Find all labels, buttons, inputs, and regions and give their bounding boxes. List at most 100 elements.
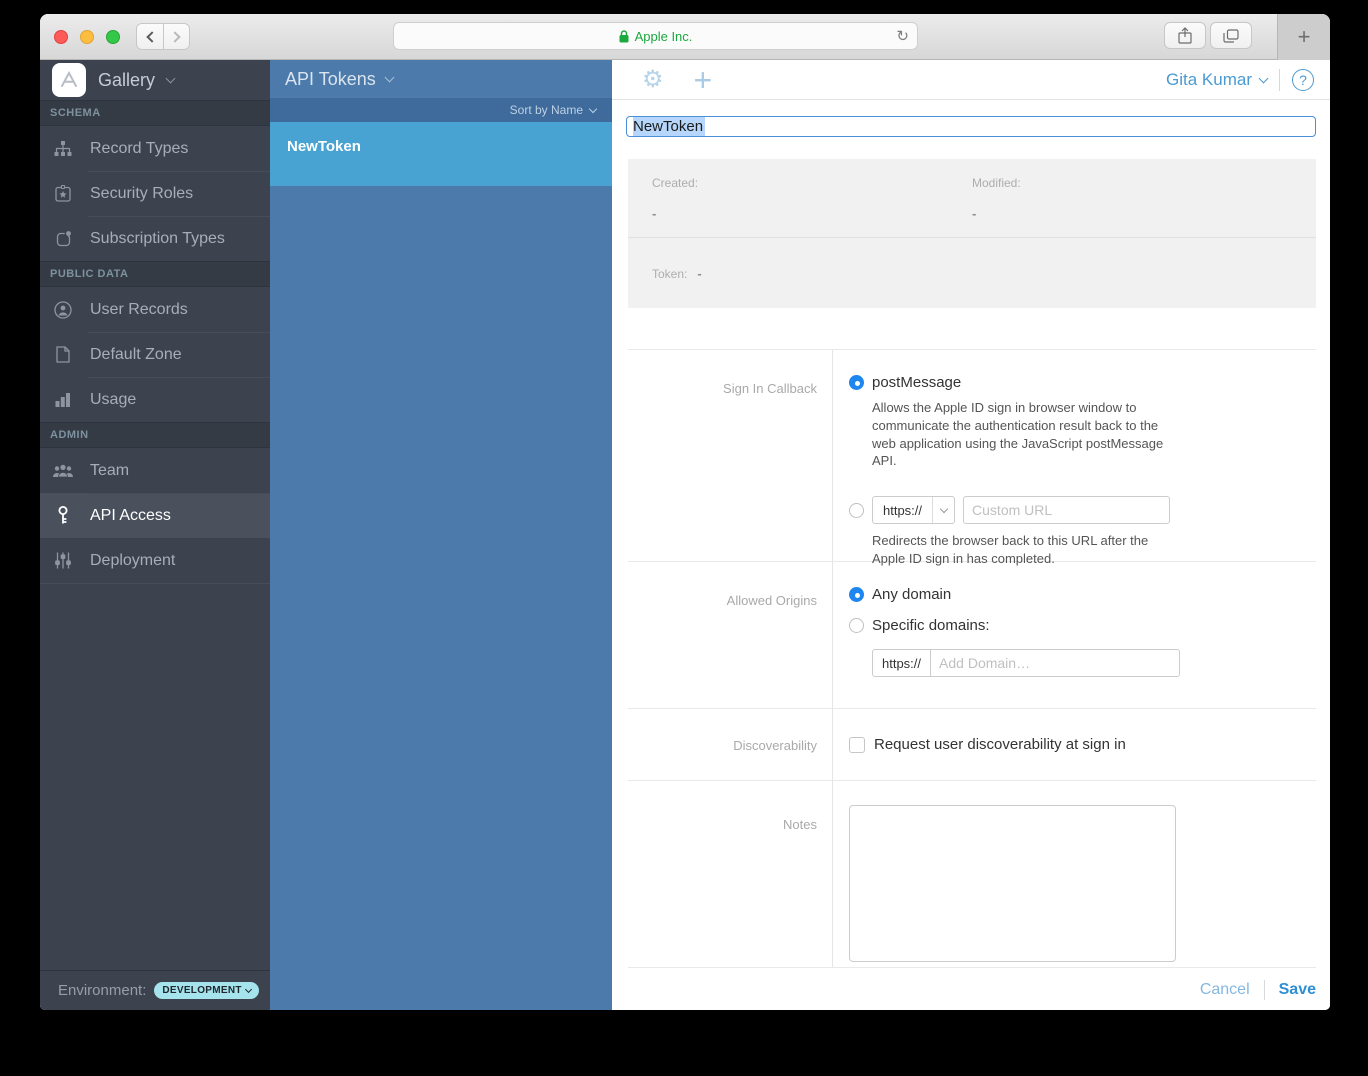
environment-value: DEVELOPMENT (162, 985, 241, 996)
sidebar-item-record-types[interactable]: Record Types (40, 126, 270, 171)
sidebar-item-label: API Access (90, 507, 171, 525)
sort-label: Sort by Name (510, 103, 583, 117)
new-tab-plus-icon: + (1298, 24, 1311, 50)
sidebar-item-security-roles[interactable]: Security Roles (40, 171, 270, 216)
sidebar-empty-space (40, 584, 270, 970)
sidebar-item-user-records[interactable]: User Records (40, 287, 270, 332)
notes-textarea[interactable] (849, 805, 1176, 962)
chevron-down-icon (166, 74, 176, 84)
token-name-selected-text: NewToken (633, 117, 705, 136)
section-header-admin: ADMIN (40, 422, 270, 448)
address-bar[interactable]: Apple Inc. ↻ (393, 22, 918, 50)
share-button[interactable] (1164, 22, 1206, 49)
discoverability-section: Discoverability Request user discoverabi… (628, 709, 1316, 781)
user-records-icon (52, 301, 74, 319)
sidebar-item-api-access[interactable]: API Access (40, 493, 270, 538)
sort-bar[interactable]: Sort by Name (270, 98, 612, 122)
environment-label: Environment: (58, 982, 146, 999)
scheme-value: https:// (873, 503, 932, 518)
sidebar-item-default-zone[interactable]: Default Zone (40, 332, 270, 377)
app-store-icon (52, 63, 86, 97)
zoom-window-button[interactable] (106, 30, 120, 44)
tab-overview-button[interactable] (1210, 22, 1252, 49)
sidebar: Gallery SCHEMA Record Types Securi (40, 60, 270, 1010)
chevron-down-icon (939, 504, 947, 512)
token-list-header[interactable]: API Tokens (270, 60, 612, 98)
cloudkit-dashboard: Gallery SCHEMA Record Types Securi (40, 60, 1330, 1010)
team-icon (52, 464, 74, 478)
discoverability-checkbox[interactable] (849, 737, 865, 753)
token-list-column: API Tokens Sort by Name NewToken (270, 60, 612, 1010)
save-button[interactable]: Save (1279, 981, 1316, 999)
sidebar-item-subscription-types[interactable]: Subscription Types (40, 216, 270, 261)
sidebar-item-label: User Records (90, 301, 188, 319)
sidebar-item-deployment[interactable]: Deployment (40, 538, 270, 583)
chevron-down-icon (589, 104, 597, 112)
minimize-window-button[interactable] (80, 30, 94, 44)
app-switcher-label: Gallery (98, 70, 155, 91)
modified-value: - (972, 206, 1292, 221)
desktop-background: Apple Inc. ↻ + (0, 0, 1368, 1076)
environment-selector[interactable]: DEVELOPMENT (154, 982, 258, 999)
notes-label: Notes (628, 781, 833, 967)
key-icon (52, 506, 74, 525)
lock-icon (619, 30, 629, 43)
select-chevron-area (932, 497, 954, 523)
custom-url-input[interactable] (963, 496, 1170, 524)
forward-button[interactable] (163, 24, 189, 49)
add-domain-input[interactable] (930, 649, 1180, 677)
safari-window: Apple Inc. ↻ + (40, 14, 1330, 1010)
back-button[interactable] (137, 24, 163, 49)
domain-scheme-prefix: https:// (872, 649, 930, 677)
cancel-button[interactable]: Cancel (1200, 981, 1250, 999)
toolbar-buttons (1164, 22, 1252, 49)
sidebar-item-team[interactable]: Team (40, 448, 270, 493)
sidebar-item-label: Record Types (90, 140, 188, 158)
notes-section: Notes (628, 781, 1316, 967)
security-roles-icon (52, 185, 74, 202)
token-name-input[interactable]: NewToken (626, 116, 1316, 137)
meta-row-token: Token: - (628, 238, 1316, 308)
specific-domains-label: Specific domains: (872, 617, 990, 634)
new-tab-button[interactable]: + (1277, 14, 1330, 60)
scheme-select[interactable]: https:// (872, 496, 955, 524)
meta-created: Created: - (652, 176, 972, 221)
deployment-icon (52, 552, 74, 569)
token-name: NewToken (287, 138, 361, 155)
any-domain-radio[interactable] (849, 587, 864, 602)
browser-titlebar: Apple Inc. ↻ + (40, 14, 1330, 60)
token-label: Token: (652, 267, 687, 281)
sidebar-item-label: Team (90, 462, 129, 480)
address-bar-url: Apple Inc. (635, 29, 693, 44)
question-mark-icon: ? (1299, 72, 1307, 88)
sidebar-item-usage[interactable]: Usage (40, 377, 270, 422)
post-message-radio[interactable] (849, 375, 864, 390)
help-button[interactable]: ? (1292, 69, 1314, 91)
discoverability-label: Discoverability (628, 709, 833, 780)
share-icon (1178, 27, 1192, 44)
token-list-title: API Tokens (285, 69, 376, 90)
meta-row-dates: Created: - Modified: - (628, 159, 1316, 237)
specific-domains-radio[interactable] (849, 618, 864, 633)
toolbar-right: Gita Kumar ? (1166, 69, 1314, 91)
chevron-down-icon (1259, 73, 1269, 83)
meta-modified: Modified: - (972, 176, 1292, 221)
section-header-public-data: PUBLIC DATA (40, 261, 270, 287)
app-switcher[interactable]: Gallery (40, 60, 270, 100)
section-label: SCHEMA (50, 107, 101, 119)
reload-icon[interactable]: ↻ (896, 27, 909, 45)
allowed-origins-label: Allowed Origins (628, 562, 833, 708)
created-label: Created: (652, 176, 972, 190)
user-menu[interactable]: Gita Kumar (1166, 70, 1267, 90)
sign-in-callback-label: Sign In Callback (628, 350, 833, 561)
post-message-description: Allows the Apple ID sign in browser wind… (872, 399, 1184, 470)
custom-url-radio[interactable] (849, 503, 864, 518)
close-window-button[interactable] (54, 30, 68, 44)
chevron-down-icon (245, 986, 252, 993)
discoverability-checkbox-label: Request user discoverability at sign in (874, 736, 1126, 753)
token-value: - (697, 266, 701, 281)
token-list-item-selected[interactable]: NewToken (270, 122, 612, 186)
usage-icon (52, 392, 74, 407)
sidebar-item-label: Subscription Types (90, 230, 225, 248)
gear-icon[interactable]: ⚙ (642, 65, 664, 94)
